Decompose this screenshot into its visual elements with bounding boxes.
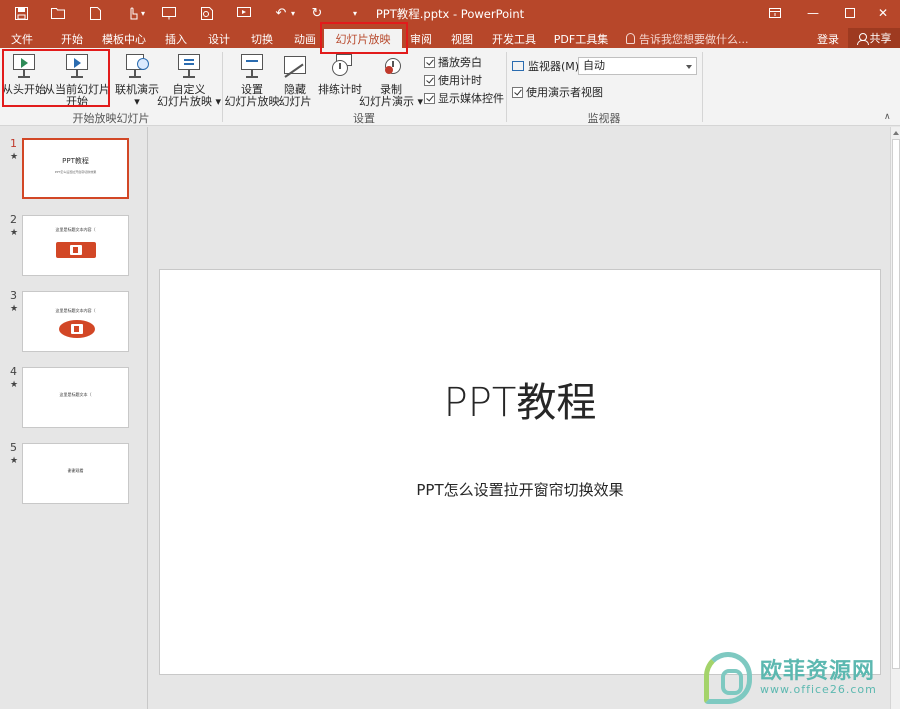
transition-star-icon: ★ [10,228,19,238]
slide-number: 5 [10,441,17,454]
slide-thumbnail-4[interactable]: 这里是标题文本（ [22,367,129,428]
from-current-slide-icon [63,52,91,80]
slide-thumbnail-3[interactable]: 这里是标题文本内容（ [22,291,129,352]
group-label-monitors: 监视器 [587,112,621,125]
group-divider [222,52,223,122]
transition-star-icon: ★ [10,152,19,162]
tab-pdf-tools[interactable]: PDF工具集 [548,29,614,48]
powerpoint-logo [56,242,96,258]
close-icon[interactable]: ✕ [866,2,900,24]
ribbon-slide-show: 从头开始 从当前幻灯片 开始 联机演示 ▾ 自定义 幻灯片放映 ▾ 开始放映幻灯… [0,48,900,126]
slide-number: 2 [10,213,17,226]
person-icon [856,32,869,45]
hide-slide-button[interactable]: 隐藏 幻灯片 [278,48,312,108]
tab-animations[interactable]: 动画 [287,29,323,48]
group-divider [506,52,507,122]
tab-developer[interactable]: 开发工具 [488,29,540,48]
play-narrations-checkbox[interactable]: 播放旁白 [424,54,482,70]
record-slide-show-button[interactable]: 录制 幻灯片演示 ▾ [359,48,424,108]
scroll-up-icon[interactable] [893,131,899,135]
group-label-setup: 设置 [353,112,375,125]
current-slide[interactable]: PPT教程 PPT怎么设置拉开窗帘切换效果 [159,269,881,675]
watermark: 欧菲资源网 www.office26.com [700,650,900,709]
setup-slide-show-button[interactable]: 设置 幻灯片放映 [225,48,280,108]
tab-transitions[interactable]: 切换 [244,29,280,48]
signin-link[interactable]: 登录 [817,29,839,48]
tab-insert[interactable]: 插入 [158,29,194,48]
tell-me-box[interactable]: 告诉我您想要做什么... [626,29,749,48]
checkbox-checked[interactable] [424,92,435,104]
ribbon-tabs: 文件 开始 模板中心 插入 设计 切换 动画 幻灯片放映 审阅 视图 开发工具 … [0,26,900,48]
show-media-controls-checkbox[interactable]: 显示媒体控件 [424,90,504,106]
custom-slide-show-button[interactable]: 自定义 幻灯片放映 ▾ [157,48,222,108]
checkbox-checked[interactable] [424,56,435,68]
present-online-button[interactable]: 联机演示 ▾ [114,48,160,108]
chevron-down-icon: ▾ [417,95,424,108]
from-current-slide-button[interactable]: 从当前幻灯片 开始 [44,48,110,108]
monitor-select[interactable]: 自动 [578,57,697,75]
slide-thumbnails-pane[interactable]: 1 ★ PPT教程 PPT怎么设置拉开窗帘切换效果 2 ★ 这里是标题文本内容（… [0,127,147,709]
from-beginning-icon [10,52,38,80]
group-label-start: 开始放映幻灯片 [72,112,150,125]
tab-design[interactable]: 设计 [201,29,237,48]
transition-star-icon: ★ [10,456,19,466]
vertical-scrollbar[interactable] [890,127,900,709]
collapse-ribbon-icon[interactable]: ∧ [884,112,891,122]
checkbox-checked[interactable] [512,86,523,98]
present-online-icon [123,52,151,80]
tab-view[interactable]: 视图 [444,29,480,48]
title-bar: ▾ ↶ ▾ ↻ ▾ PPT教程.pptx - PowerPoint — ✕ [0,0,900,26]
chevron-down-icon [686,65,692,69]
share-label: 共享 [869,32,892,45]
slide-title[interactable]: PPT教程 [160,370,880,428]
slide-thumbnail-1[interactable]: PPT教程 PPT怎么设置拉开窗帘切换效果 [22,138,129,199]
powerpoint-logo [59,320,95,338]
slide-number: 3 [10,289,17,302]
checkbox-checked[interactable] [424,74,435,86]
rehearse-timings-button[interactable]: 排练计时 [318,48,362,96]
monitor-icon [512,61,524,71]
lightbulb-icon [626,33,635,44]
setup-slide-show-icon [238,52,266,80]
tab-home[interactable]: 开始 [54,29,90,48]
slide-thumbnail-2[interactable]: 这里是标题文本内容（ [22,215,129,276]
chevron-down-icon: ▾ [134,95,140,108]
slide-number: 1 [10,137,17,150]
ribbon-display-options-icon[interactable] [758,2,792,24]
from-beginning-button[interactable]: 从头开始 [2,48,46,96]
watermark-logo-icon [704,652,752,704]
tab-review[interactable]: 审阅 [403,29,439,48]
transition-star-icon: ★ [10,304,19,314]
share-button[interactable]: 共享 [848,28,900,48]
record-icon [377,52,405,80]
maximize-icon[interactable] [833,2,867,24]
tab-template-center[interactable]: 模板中心 [98,29,150,48]
transition-star-icon: ★ [10,380,19,390]
custom-slide-show-icon [175,52,203,80]
tell-me-placeholder: 告诉我您想要做什么... [639,32,749,46]
slide-subtitle[interactable]: PPT怎么设置拉开窗帘切换效果 [160,479,880,500]
watermark-name: 欧菲资源网 [760,659,876,684]
slide-thumbnail-5[interactable]: 谢谢观看 [22,443,129,504]
presenter-view-checkbox[interactable]: 使用演示者视图 [512,84,603,100]
chevron-down-icon: ▾ [215,95,222,108]
use-timings-checkbox[interactable]: 使用计时 [424,72,482,88]
group-divider [702,52,703,122]
slide-number: 4 [10,365,17,378]
tab-slide-show[interactable]: 幻灯片放映 [324,29,402,48]
minimize-icon[interactable]: — [796,2,830,24]
monitor-label-row: 监视器(M): [512,58,583,74]
watermark-url: www.office26.com [760,683,877,696]
tab-file[interactable]: 文件 [4,29,40,48]
hide-slide-icon [281,52,309,80]
stopwatch-icon [326,52,354,80]
scrollbar-thumb[interactable] [892,139,900,669]
